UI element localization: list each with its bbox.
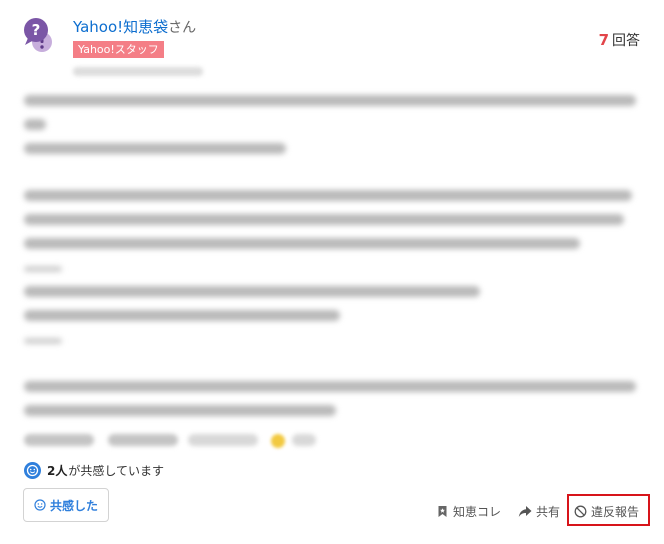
question-bubble-icon: ? <box>24 18 52 52</box>
blurred-text-line <box>24 405 336 416</box>
smile-icon <box>34 499 46 511</box>
smile-icon <box>24 461 41 479</box>
answer-count: 7 回答 <box>599 30 640 50</box>
blurred-date <box>73 67 203 76</box>
empathy-text: が共感しています <box>68 463 165 478</box>
blurred-text-line <box>24 214 624 225</box>
blurred-text-line <box>24 310 340 321</box>
user-honorific: さん <box>168 20 197 36</box>
report-highlight-box <box>567 494 650 526</box>
staff-badge: Yahoo!スタッフ <box>73 41 164 58</box>
save-to-collection-button[interactable]: 知恵コレ <box>436 503 501 520</box>
save-label: 知恵コレ <box>453 505 502 519</box>
empathy-summary: 2人 が共感しています <box>24 461 164 479</box>
blurred-text-line <box>24 119 46 130</box>
blurred-divider <box>24 266 62 272</box>
share-button[interactable]: 共有 <box>518 503 560 520</box>
answer-count-number: 7 <box>598 31 609 49</box>
bookmark-icon <box>438 506 447 517</box>
empathy-count: 2人 <box>47 463 68 478</box>
share-label: 共有 <box>536 505 561 519</box>
blurred-reaction <box>24 434 94 446</box>
blurred-text-line <box>24 95 636 106</box>
avatar[interactable]: ? <box>24 18 52 56</box>
user-name-link[interactable]: Yahoo!知恵袋 <box>73 18 168 36</box>
empathy-button-label: 共感した <box>49 498 98 513</box>
empathy-button[interactable]: 共感した <box>23 488 109 522</box>
blurred-reaction <box>108 434 178 446</box>
blurred-timestamp <box>188 434 258 446</box>
blurred-text-line <box>24 238 580 249</box>
user-name[interactable]: Yahoo!知恵袋さん <box>73 16 196 37</box>
share-arrow-icon <box>518 506 532 517</box>
svg-text:?: ? <box>32 21 41 39</box>
blurred-emoji-icon <box>271 434 285 448</box>
blurred-divider <box>24 338 62 344</box>
blurred-reaction-count <box>292 434 316 446</box>
blurred-text-line <box>24 143 286 154</box>
blurred-text-line <box>24 190 632 201</box>
blurred-text-line <box>24 286 480 297</box>
answer-count-label: 回答 <box>612 33 640 49</box>
blurred-text-line <box>24 381 636 392</box>
